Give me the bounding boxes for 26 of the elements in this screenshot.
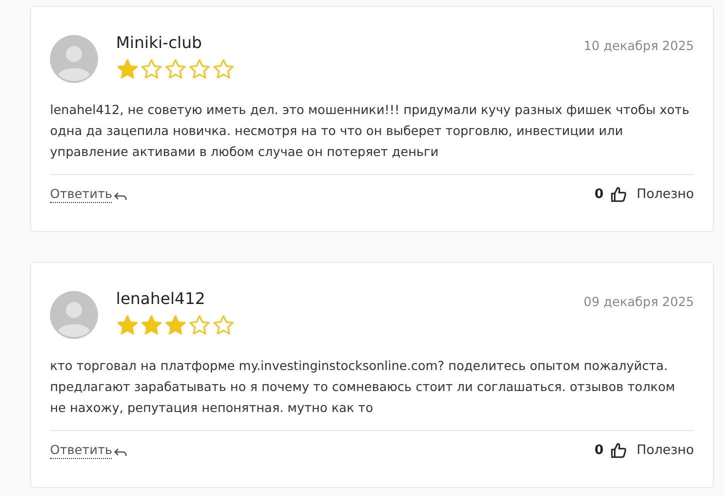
useful-label[interactable]: Полезно [636, 186, 694, 202]
author-name: lenahel412 [116, 289, 206, 309]
review-text: кто торговал на платформе my.investinginstocksonline.com? поделитесь опытом пожалуйста. предлагают зарабатывать но я почему то сомневаюсь стоит ли соглашаться. отзывов толком не нахожу, репутация непонятная. мутно как то [50, 355, 694, 431]
reply-link[interactable]: Ответить [50, 185, 112, 203]
star-outline-icon [140, 58, 163, 81]
star-outline-icon [188, 314, 211, 337]
star-filled-icon [140, 314, 163, 337]
review-date: 09 декабря 2025 [584, 294, 694, 309]
star-outline-icon [212, 58, 235, 81]
thumbs-up-icon[interactable] [610, 186, 627, 202]
avatar-icon [50, 35, 98, 83]
star-outline-icon [164, 58, 187, 81]
avatar-icon [50, 291, 98, 339]
like-count: 0 [594, 186, 604, 202]
like-count: 0 [594, 442, 604, 458]
star-filled-icon [116, 314, 139, 337]
review-text: lenahel412, не советую иметь дел. это мошенники!!! придумали кучу разных фишек чтобы хоть одна да зацепила новичка. несмотря на то что он выберет торговлю, инвестиции или управление активами в любом случае он потеряет деньги [50, 99, 694, 175]
star-outline-icon [212, 314, 235, 337]
review-date: 10 декабря 2025 [584, 38, 694, 53]
star-filled-icon [116, 58, 139, 81]
reply-link[interactable]: Ответить [50, 441, 112, 459]
useful-label[interactable]: Полезно [636, 442, 694, 458]
star-outline-icon [188, 58, 211, 81]
author-name: Miniki-club [116, 33, 203, 53]
star-filled-icon [164, 314, 187, 337]
thumbs-up-icon[interactable] [610, 442, 627, 458]
